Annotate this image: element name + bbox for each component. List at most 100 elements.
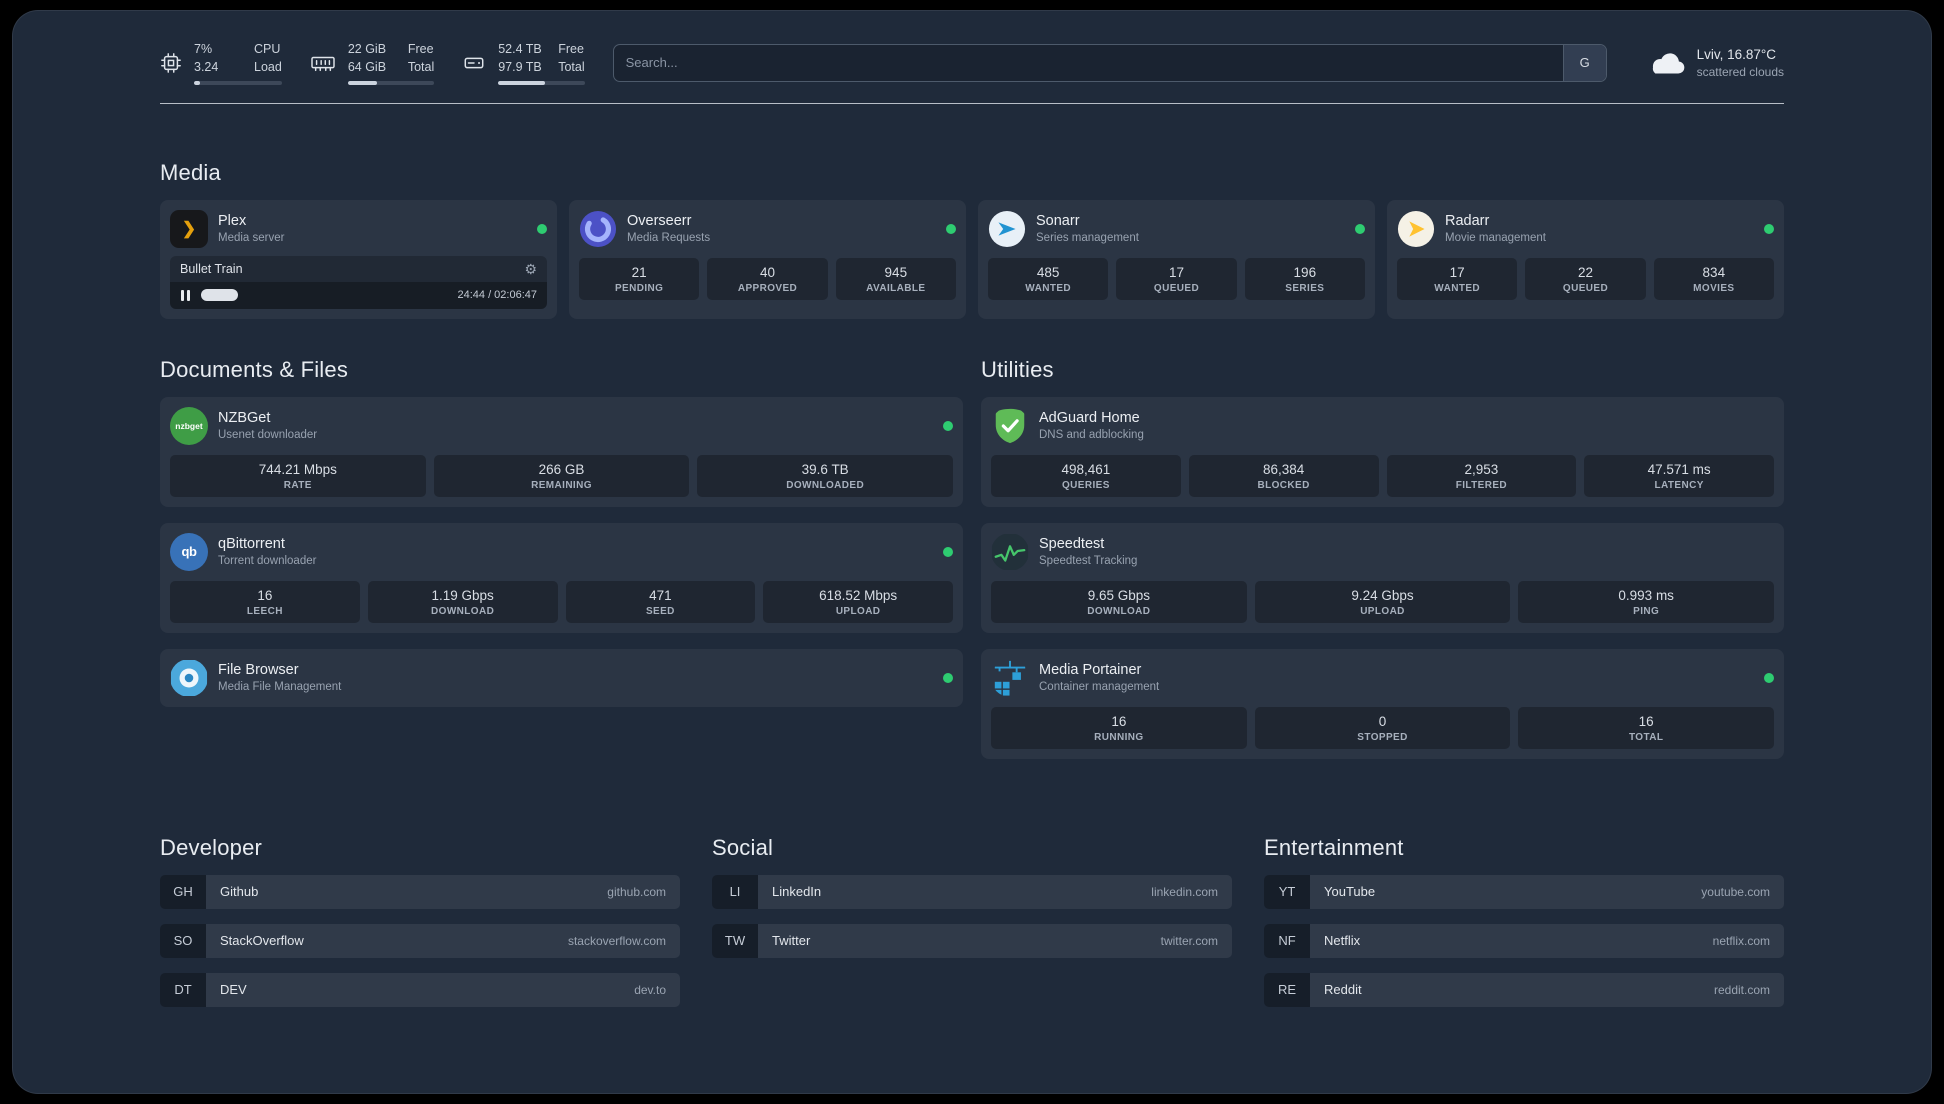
disk-total: 97.9 TB <box>498 59 542 74</box>
bookmark-linkedin[interactable]: LI LinkedIn linkedin.com <box>712 874 1232 909</box>
disk-bar <box>498 80 585 85</box>
adguard-icon <box>991 407 1029 445</box>
cpu-icon <box>160 52 182 74</box>
section-utilities: Utilities AdGuard Home DNS and adblockin… <box>981 357 1784 775</box>
service-card-speedtest[interactable]: Speedtest Speedtest Tracking 9.65 Gbps D… <box>981 522 1784 633</box>
stat-block: 39.6 TB DOWNLOADED <box>697 454 954 497</box>
cpu-load: 3.24 <box>194 59 219 74</box>
status-dot <box>1355 223 1365 234</box>
bookmark-name: DEV <box>220 982 247 998</box>
bookmark-abbr: NF <box>1264 923 1310 958</box>
stat-block: 1.19 Gbps DOWNLOAD <box>367 580 558 623</box>
service-card-sonarr[interactable]: Sonarr Series management 485 WANTED 17 Q… <box>978 199 1375 319</box>
pause-button[interactable] <box>180 289 191 302</box>
service-name: Speedtest <box>1039 535 1105 552</box>
service-description: Series management <box>1036 231 1139 244</box>
bookmark-url: dev.to <box>634 982 666 997</box>
service-description: DNS and adblocking <box>1039 428 1144 441</box>
stat-block: 86,384 BLOCKED <box>1188 454 1379 497</box>
bookmark-name: Reddit <box>1324 982 1362 998</box>
service-card-radarr[interactable]: Radarr Movie management 17 WANTED 22 QUE… <box>1387 199 1784 319</box>
stat-block: 945 AVAILABLE <box>835 257 956 300</box>
cloud-icon <box>1645 48 1687 78</box>
service-card-adguard[interactable]: AdGuard Home DNS and adblocking 498,461 … <box>981 396 1784 507</box>
bookmark-twitter[interactable]: TW Twitter twitter.com <box>712 923 1232 958</box>
memory-bar <box>347 80 435 85</box>
bookmark-abbr: LI <box>712 874 758 909</box>
qbittorrent-icon: qb <box>170 532 208 571</box>
stat-block: 196 SERIES <box>1244 257 1365 300</box>
bookmark-name: Github <box>220 884 259 900</box>
weather-widget: Lviv, 16.87°C scattered clouds <box>1645 46 1784 80</box>
bookmark-group-developer: Developer GH Github github.com SO StackO… <box>160 835 680 1022</box>
cpu-label: CPU <box>254 42 281 56</box>
service-card-nzbget[interactable]: nzbget NZBGet Usenet downloader 744.21 M… <box>160 396 963 507</box>
portainer-icon <box>991 659 1029 697</box>
section-title-social: Social <box>712 834 774 860</box>
bookmark-name: StackOverflow <box>220 933 304 949</box>
search-bar: G <box>612 43 1607 82</box>
bookmark-name: Twitter <box>772 933 811 949</box>
bookmark-abbr: SO <box>160 923 206 958</box>
stat-block: 40 APPROVED <box>707 257 828 300</box>
bookmark-youtube[interactable]: YT YouTube youtube.com <box>1264 874 1784 909</box>
service-description: Movie management <box>1445 231 1546 244</box>
service-description: Media File Management <box>218 680 342 693</box>
bookmark-netflix[interactable]: NF Netflix netflix.com <box>1264 923 1784 958</box>
section-title-entertainment: Entertainment <box>1264 834 1404 860</box>
section-title-utilities: Utilities <box>981 356 1054 382</box>
bookmark-stackoverflow[interactable]: SO StackOverflow stackoverflow.com <box>160 923 680 958</box>
stat-block: 485 WANTED <box>988 257 1109 300</box>
status-dot <box>1764 672 1774 683</box>
disk-free-label: Free <box>558 42 584 56</box>
gear-icon[interactable]: ⚙ <box>524 262 537 276</box>
bookmark-url: twitter.com <box>1160 933 1218 948</box>
search-input[interactable] <box>613 44 1563 81</box>
disk-free: 52.4 TB <box>498 42 542 56</box>
bookmark-abbr: DT <box>160 972 206 1007</box>
bookmark-url: youtube.com <box>1701 884 1770 899</box>
plex-now-playing: Bullet Train ⚙ 24:44 / 02:06:47 <box>170 255 547 309</box>
bookmarks-section: Developer GH Github github.com SO StackO… <box>160 835 1784 1070</box>
bookmark-name: Netflix <box>1324 933 1361 949</box>
search-provider-button[interactable]: G <box>1562 44 1606 81</box>
memory-icon <box>310 52 336 74</box>
memory-total-label: Total <box>407 59 435 74</box>
stat-block: 834 MOVIES <box>1653 257 1774 300</box>
status-dot <box>943 420 953 431</box>
sonarr-icon <box>988 210 1026 248</box>
bookmark-group-entertainment: Entertainment YT YouTube youtube.com NF … <box>1264 835 1784 1022</box>
bookmark-reddit[interactable]: RE Reddit reddit.com <box>1264 972 1784 1007</box>
service-card-overseerr[interactable]: Overseerr Media Requests 21 PENDING 40 A… <box>569 199 966 319</box>
section-title-media: Media <box>160 159 221 185</box>
stat-block: 0.993 ms PING <box>1518 580 1775 623</box>
memory-widget: 22 GiB Free 64 GiB Total <box>310 41 435 85</box>
progress-track[interactable] <box>201 289 447 302</box>
stat-block: 9.24 Gbps UPLOAD <box>1254 580 1511 623</box>
stat-block: 618.52 Mbps UPLOAD <box>763 580 953 623</box>
service-card-qbittorrent[interactable]: qb qBittorrent Torrent downloader 16 LEE… <box>160 522 963 633</box>
status-dot <box>943 672 953 683</box>
service-description: Container management <box>1039 680 1160 693</box>
memory-free: 22 GiB <box>347 42 387 56</box>
service-card-filebrowser[interactable]: File Browser Media File Management <box>160 648 963 707</box>
bookmark-github[interactable]: GH Github github.com <box>160 874 680 909</box>
status-dot <box>537 223 547 234</box>
bookmark-url: stackoverflow.com <box>567 933 666 948</box>
service-card-plex[interactable]: ❯ Plex Media server Bullet Train ⚙ 24:44… <box>160 199 557 319</box>
resource-widgets: 7% CPU 3.24 Load 22 GiB Free 64 GiB Tota… <box>160 41 585 85</box>
service-name: AdGuard Home <box>1039 409 1140 426</box>
bookmark-abbr: TW <box>712 923 758 958</box>
disk-icon <box>462 52 486 74</box>
service-card-portainer[interactable]: Media Portainer Container management 16 … <box>981 648 1784 759</box>
service-name: Radarr <box>1445 212 1490 229</box>
bookmark-url: linkedin.com <box>1151 884 1218 899</box>
radarr-icon <box>1397 210 1435 248</box>
cpu-load-label: Load <box>254 59 282 74</box>
bookmark-url: reddit.com <box>1713 982 1770 997</box>
service-name: qBittorrent <box>218 535 285 552</box>
playback-time: 24:44 / 02:06:47 <box>457 289 537 302</box>
bookmark-dev[interactable]: DT DEV dev.to <box>160 972 680 1007</box>
service-name: Overseerr <box>627 212 692 229</box>
service-description: Media server <box>218 231 285 244</box>
